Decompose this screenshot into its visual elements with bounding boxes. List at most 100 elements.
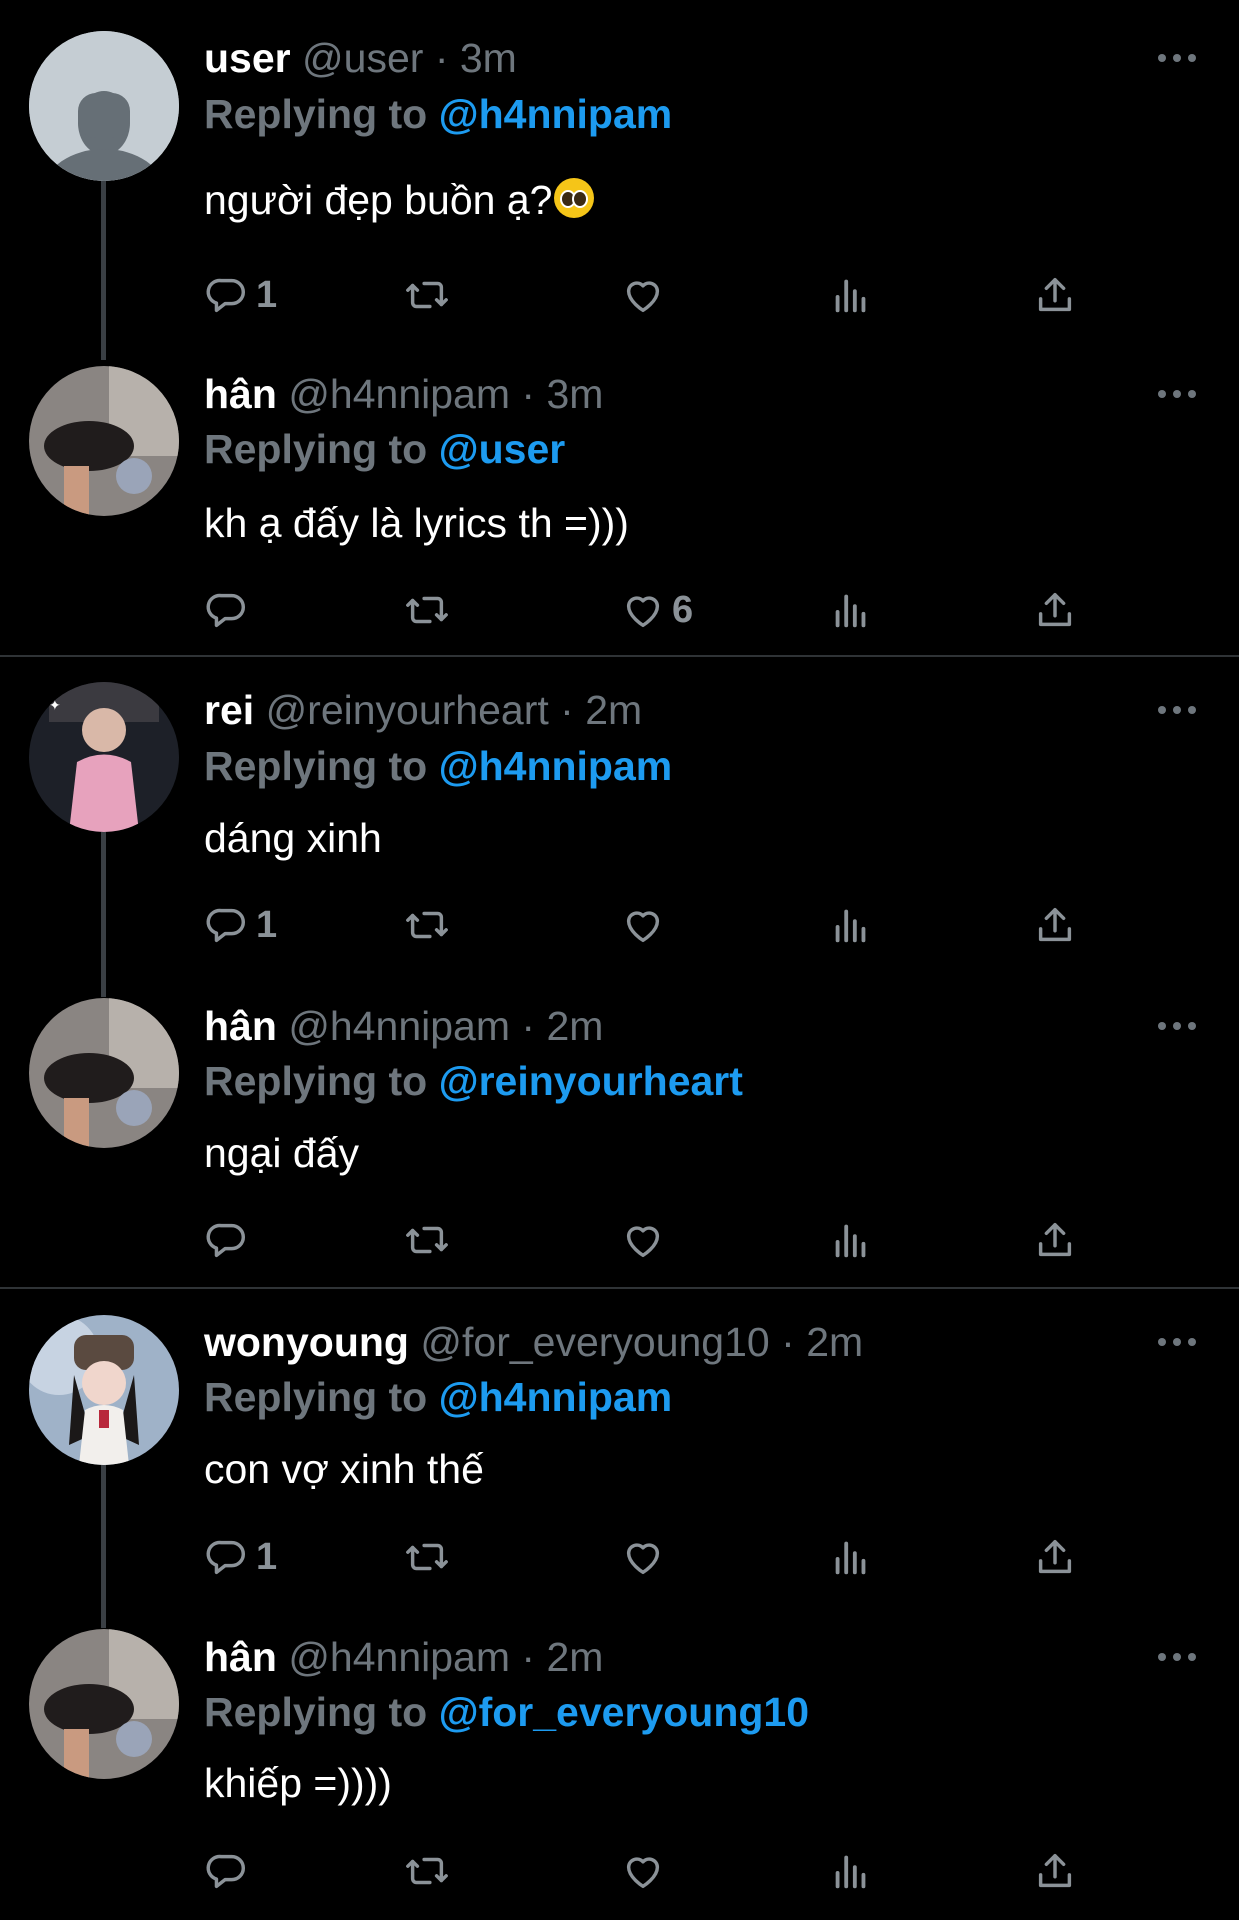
tweet-text: con vợ xinh thế: [204, 1446, 484, 1492]
user-handle[interactable]: @user: [302, 35, 423, 81]
analytics-button[interactable]: [828, 900, 874, 950]
more-options-icon[interactable]: [1158, 1653, 1198, 1665]
tweet-text-content: người đẹp buồn ạ?: [204, 177, 553, 223]
user-handle[interactable]: @for_everyoung10: [420, 1319, 769, 1365]
like-count: 6: [672, 588, 694, 631]
timestamp[interactable]: 2m: [546, 1634, 603, 1680]
analytics-icon: [835, 1855, 866, 1889]
like-button[interactable]: [620, 1532, 672, 1582]
heart-icon: [626, 281, 660, 313]
timestamp[interactable]: 3m: [460, 35, 517, 81]
retweet-icon: [406, 1543, 448, 1571]
mention-link[interactable]: @user: [439, 426, 566, 472]
user-handle[interactable]: @h4nnipam: [288, 1003, 510, 1049]
avatar[interactable]: [29, 31, 179, 181]
share-button[interactable]: [1032, 900, 1078, 950]
separator-dot: ·: [560, 687, 574, 733]
replying-to-label: Replying to: [204, 1689, 428, 1735]
retweet-button[interactable]: [404, 1846, 450, 1896]
timestamp[interactable]: 2m: [546, 1003, 603, 1049]
timestamp[interactable]: 2m: [806, 1319, 863, 1365]
display-name[interactable]: hân: [204, 1003, 277, 1049]
like-button[interactable]: [620, 1215, 672, 1265]
timestamp[interactable]: 2m: [585, 687, 642, 733]
analytics-button[interactable]: [828, 1846, 874, 1896]
analytics-icon: [835, 594, 866, 628]
like-button[interactable]: [620, 1846, 672, 1896]
action-bar: [204, 1215, 1104, 1265]
share-button[interactable]: [1032, 1215, 1078, 1265]
mention-link[interactable]: @h4nnipam: [439, 1374, 673, 1420]
separator-dot: ·: [434, 35, 449, 81]
avatar[interactable]: [29, 366, 179, 516]
tweet-text: dáng xinh: [204, 815, 382, 861]
tweet-header: hân @h4nnipam · 3m: [204, 370, 603, 418]
display-name[interactable]: hân: [204, 1634, 277, 1680]
retweet-icon: [406, 596, 448, 624]
more-options-icon[interactable]: [1158, 706, 1198, 718]
like-button[interactable]: [620, 900, 672, 950]
like-button[interactable]: 6: [620, 585, 693, 635]
share-button[interactable]: [1032, 585, 1078, 635]
share-button[interactable]: [1032, 1532, 1078, 1582]
user-handle[interactable]: @h4nnipam: [288, 371, 510, 417]
reply-icon: [206, 1223, 245, 1258]
more-options-icon[interactable]: [1158, 1022, 1198, 1034]
more-options-icon[interactable]: [1158, 1338, 1198, 1350]
retweet-button[interactable]: [404, 1532, 450, 1582]
analytics-button[interactable]: [828, 1532, 874, 1582]
user-handle[interactable]: @h4nnipam: [288, 1634, 510, 1680]
separator-dot: ·: [521, 1003, 536, 1049]
share-button[interactable]: [1032, 1846, 1078, 1896]
reply-button[interactable]: 1: [204, 1532, 277, 1582]
separator-dot: ·: [781, 1319, 795, 1365]
reply-button[interactable]: 1: [204, 270, 277, 320]
profile-photo-icon: [29, 1315, 179, 1465]
analytics-button[interactable]: [828, 585, 874, 635]
reply-button[interactable]: [204, 585, 256, 635]
avatar[interactable]: ✦: [29, 682, 179, 832]
mention-link[interactable]: @for_everyoung10: [439, 1689, 809, 1735]
tweet-text: ngại đấy: [204, 1130, 360, 1176]
reply-button[interactable]: [204, 1846, 256, 1896]
tweet-header: user @user · 3m: [204, 34, 517, 82]
replying-to-label: Replying to: [204, 91, 428, 137]
analytics-button[interactable]: [828, 1215, 874, 1265]
more-options-icon[interactable]: [1158, 390, 1198, 402]
more-options-icon[interactable]: [1158, 54, 1198, 66]
mention-link[interactable]: @h4nnipam: [439, 91, 673, 137]
reply-button[interactable]: [204, 1215, 256, 1265]
separator-dot: ·: [521, 371, 536, 417]
retweet-button[interactable]: [404, 1215, 450, 1265]
timestamp[interactable]: 3m: [546, 371, 603, 417]
reply-icon: [206, 593, 245, 628]
share-icon: [1038, 277, 1072, 312]
display-name[interactable]: hân: [204, 371, 277, 417]
mention-link[interactable]: @reinyourheart: [439, 1058, 743, 1104]
tweet-text: người đẹp buồn ạ?: [204, 175, 595, 225]
analytics-button[interactable]: [828, 270, 874, 320]
display-name[interactable]: wonyoung: [204, 1319, 409, 1365]
avatar[interactable]: [29, 998, 179, 1148]
replying-to: Replying to @for_everyoung10: [204, 1688, 809, 1736]
retweet-button[interactable]: [404, 900, 450, 950]
mention-link[interactable]: @h4nnipam: [439, 743, 673, 789]
retweet-icon: [406, 1226, 448, 1254]
action-bar: 1: [204, 270, 1104, 320]
heart-icon: [626, 1543, 660, 1575]
avatar[interactable]: [29, 1629, 179, 1779]
user-handle[interactable]: @reinyourheart: [266, 687, 549, 733]
share-icon: [1038, 1853, 1072, 1888]
reply-count: 1: [256, 273, 278, 316]
share-button[interactable]: [1032, 270, 1078, 320]
action-bar: 6: [204, 585, 1104, 635]
display-name[interactable]: user: [204, 35, 291, 81]
thread-divider: [0, 655, 1239, 657]
thread-divider: [0, 1287, 1239, 1289]
like-button[interactable]: [620, 270, 672, 320]
reply-button[interactable]: 1: [204, 900, 277, 950]
retweet-button[interactable]: [404, 270, 450, 320]
avatar[interactable]: [29, 1315, 179, 1465]
display-name[interactable]: rei: [204, 687, 254, 733]
retweet-button[interactable]: [404, 585, 450, 635]
